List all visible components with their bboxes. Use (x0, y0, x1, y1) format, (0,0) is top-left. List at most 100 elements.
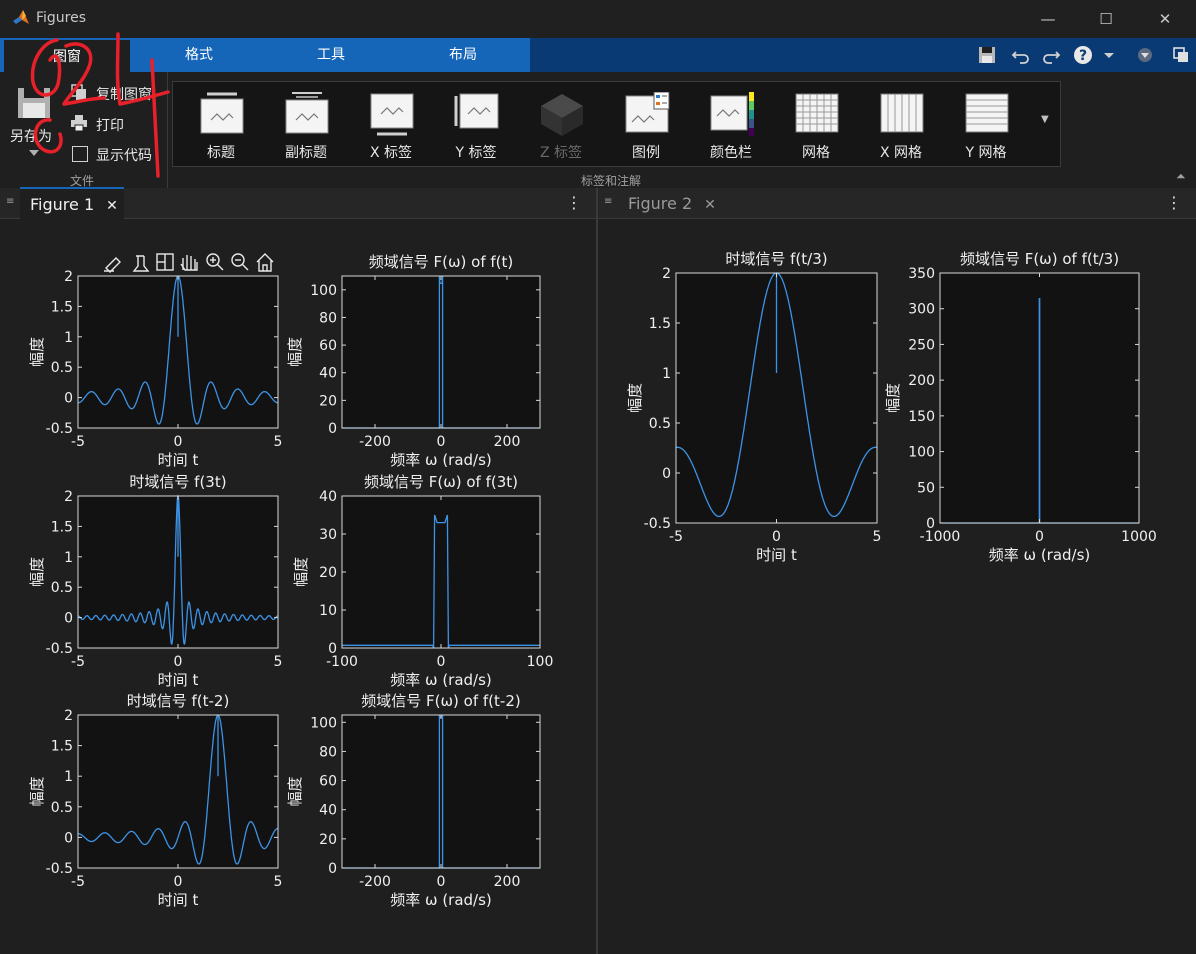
y-tick-label: -0.5 (644, 516, 671, 532)
y-tick-label: 20 (319, 832, 337, 848)
plot-axes-f1-freq-1: -200 0 200 0 20 40 60 80 100 频率 ω (rad/s) 幅度 频域信号 F… (286, 253, 541, 469)
plot-axes-f2-freq-1: -1000 0 1000050100150200250300350频率 ω (rad… (884, 250, 1157, 564)
y-tick-label: 0 (662, 466, 671, 482)
home-icon[interactable] (256, 253, 274, 272)
x-tick-label: 0 (1035, 529, 1044, 545)
y-tick-label: 80 (319, 744, 337, 760)
y-tick-label: 40 (319, 366, 337, 382)
x-axis-label: 频率 ω (rad/s) (390, 671, 492, 689)
y-tick-label: 100 (310, 715, 337, 731)
x-axis-label: 时间 t (158, 451, 199, 469)
y-axis-label: 幅度 (28, 337, 46, 367)
colorbar-tool-icon[interactable] (156, 253, 174, 271)
x-tick-label: 0 (437, 434, 446, 450)
y-tick-label: 1 (64, 330, 73, 346)
x-axis-label: 频率 ω (rad/s) (390, 891, 492, 909)
x-tick-label: -200 (359, 874, 391, 890)
y-axis-label: 幅度 (286, 776, 304, 806)
zoom-in-icon[interactable] (206, 253, 224, 271)
y-tick-label: 2 (64, 269, 73, 285)
x-tick-label: -5 (71, 654, 85, 670)
x-tick-label: 5 (274, 434, 283, 450)
y-tick-label: 0 (64, 391, 73, 407)
zoom-out-icon[interactable] (231, 253, 249, 271)
plot-title: 时域信号 f(t/3) (725, 250, 827, 268)
x-tick-label: 5 (873, 529, 882, 545)
x-axis-label: 时间 t (756, 546, 797, 564)
y-tick-label: 1 (662, 366, 671, 382)
x-tick-label: 5 (274, 874, 283, 890)
y-axis-label: 幅度 (28, 776, 46, 806)
y-tick-label: 200 (908, 373, 935, 389)
y-tick-label: 100 (908, 445, 935, 461)
x-tick-label: -200 (359, 434, 391, 450)
y-tick-label: 0.5 (51, 580, 73, 596)
plot-title: 频域信号 F(ω) of f(t/3) (960, 250, 1119, 268)
y-tick-label: 1 (64, 769, 73, 785)
x-tick-label: 0 (437, 874, 446, 890)
y-tick-label: 0 (64, 611, 73, 627)
x-axis-label: 时间 t (158, 891, 199, 909)
y-tick-label: 50 (917, 480, 935, 496)
y-tick-label: 0.5 (51, 360, 73, 376)
axes-background (342, 276, 540, 428)
y-tick-label: 1 (64, 550, 73, 566)
y-tick-label: 1.5 (51, 519, 73, 535)
y-tick-label: 2 (64, 489, 73, 505)
y-tick-label: -0.5 (46, 421, 73, 437)
y-tick-label: 150 (908, 409, 935, 425)
x-tick-label: 0 (437, 654, 446, 670)
y-tick-label: 0 (328, 861, 337, 877)
plot-title: 时域信号 f(t-2) (127, 692, 230, 710)
y-tick-label: 0.5 (51, 800, 73, 816)
y-tick-label: -0.5 (46, 861, 73, 877)
pan-icon[interactable] (180, 255, 198, 271)
y-tick-label: 20 (319, 393, 337, 409)
y-tick-label: 2 (662, 266, 671, 282)
plot-title: 时域信号 f(3t) (129, 473, 226, 491)
y-tick-label: 0 (328, 641, 337, 657)
y-tick-label: 0.5 (649, 416, 671, 432)
plot-axes-f1-freq-3: -200 0 200 0 20 40 60 80 100 频率 ω (rad/s) 幅度 频域信号 F… (286, 692, 541, 909)
y-tick-label: 40 (319, 803, 337, 819)
axes-toolbar (104, 253, 274, 273)
y-tick-label: 40 (319, 489, 337, 505)
x-tick-label: 1000 (1121, 529, 1157, 545)
y-tick-label: 30 (319, 527, 337, 543)
y-tick-label: 100 (310, 283, 337, 299)
plot-axes-f2-time-1: -5 0 5 -0.5 0 0.5 1 1.5 2 时间 t 幅度 时域信号 f(t/3) (626, 250, 881, 564)
y-tick-label: 60 (319, 774, 337, 790)
plot-title: 频域信号 F(ω) of f(3t) (364, 473, 518, 491)
data-tip-icon[interactable] (132, 255, 150, 272)
y-tick-label: 2 (64, 708, 73, 724)
y-tick-label: 350 (908, 266, 935, 282)
plot-axes-f1-time-3: -5 0 5 -0.5 0 0.5 1 1.5 2 时间 t 幅度 时域信号 f(t-2) (28, 692, 282, 909)
y-axis-label: 幅度 (286, 337, 304, 367)
brush-icon[interactable] (104, 257, 121, 273)
plot-axes-f1-freq-2: -100 0 100010203040频率 ω (rad/s)幅度频域信号 F(ω)… (292, 473, 553, 689)
x-tick-label: -5 (71, 874, 85, 890)
y-axis-label: 幅度 (28, 557, 46, 587)
x-tick-label: 0 (174, 654, 183, 670)
x-tick-label: 100 (527, 654, 554, 670)
y-axis-label: 幅度 (884, 383, 902, 413)
y-tick-label: 1.5 (649, 316, 671, 332)
plots-layer: -5 0 5-0.500.511.52时间 t幅度-200 0 200020406080… (28, 250, 1157, 909)
y-tick-label: 10 (319, 603, 337, 619)
axes-background (342, 715, 540, 868)
x-tick-label: 200 (494, 434, 521, 450)
y-tick-label: 300 (908, 302, 935, 318)
y-tick-label: 20 (319, 565, 337, 581)
plot-axes-f1-time-1: -5 0 5 -0.5 0 0.5 1 1.5 2 时间 t 幅度 (28, 269, 282, 469)
plot-axes-f1-time-2: -5 0 5 -0.5 0 0.5 1 1.5 2 时间 t 幅度 时域信号 f(3t) (28, 473, 282, 689)
y-tick-label: 0 (64, 830, 73, 846)
x-tick-label: -5 (669, 529, 683, 545)
x-tick-label: 5 (274, 654, 283, 670)
x-tick-label: 0 (174, 874, 183, 890)
x-axis-label: 频率 ω (rad/s) (390, 451, 492, 469)
x-tick-label: 0 (174, 434, 183, 450)
y-tick-label: -0.5 (46, 641, 73, 657)
y-axis-label: 幅度 (626, 383, 644, 413)
x-axis-label: 频率 ω (rad/s) (989, 546, 1091, 564)
axes-background (78, 715, 278, 868)
